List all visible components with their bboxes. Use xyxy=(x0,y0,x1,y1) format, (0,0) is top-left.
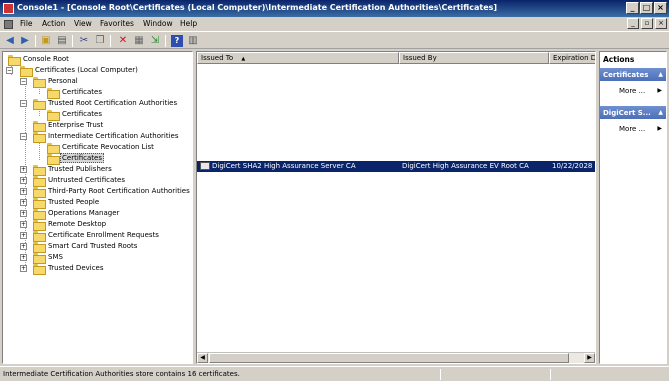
scroll-right-arrow-icon[interactable]: ▶ xyxy=(584,353,595,363)
scroll-thumb[interactable] xyxy=(209,353,569,363)
status-text: Intermediate Certification Authorities s… xyxy=(3,370,240,378)
folder-icon xyxy=(8,55,21,66)
folder-icon xyxy=(47,88,60,99)
expand-toggle[interactable]: + xyxy=(20,232,27,239)
maximize-button[interactable]: □ xyxy=(640,2,653,14)
folder-icon xyxy=(33,77,46,88)
cut-icon[interactable]: ✂ xyxy=(78,35,90,47)
folder-icon xyxy=(33,264,46,275)
show-hide-action-pane-icon[interactable]: ▥ xyxy=(187,35,199,47)
horizontal-scrollbar[interactable]: ◀ ▶ xyxy=(197,352,595,363)
certificate-snapin-icon xyxy=(20,66,33,77)
folder-icon xyxy=(33,132,46,143)
window-title: Console1 - [Console Root\Certificates (L… xyxy=(17,3,498,12)
delete-icon[interactable]: ✕ xyxy=(117,35,129,47)
cell-expiration: 10/22/2028 xyxy=(552,162,593,170)
status-bar: Intermediate Certification Authorities s… xyxy=(0,366,669,381)
actions-section-certificates[interactable]: Certificates ▲ xyxy=(600,68,666,81)
menu-favorites[interactable]: Favorites xyxy=(100,19,134,28)
close-button[interactable]: × xyxy=(654,2,667,14)
actions-title: Actions xyxy=(600,52,666,66)
expand-toggle[interactable]: + xyxy=(20,166,27,173)
actions-more-certificates[interactable]: More ... ▶ xyxy=(600,85,666,97)
help-icon[interactable]: ? xyxy=(171,35,183,47)
sort-ascending-icon: ▲ xyxy=(241,56,246,62)
actions-more-digicert[interactable]: More ... ▶ xyxy=(600,123,666,135)
collapse-caret-icon[interactable]: ▲ xyxy=(658,109,663,116)
cell-issued-to: DigiCert SHA2 High Assurance Server CA xyxy=(212,162,356,170)
column-issued-to[interactable]: Issued To ▲ xyxy=(197,52,399,64)
back-arrow-icon[interactable]: ◀ xyxy=(4,35,16,47)
expand-toggle[interactable]: + xyxy=(20,265,27,272)
copy-icon[interactable]: ❐ xyxy=(94,35,106,47)
folder-icon xyxy=(33,253,46,264)
document-system-icon[interactable] xyxy=(4,20,13,29)
forward-arrow-icon[interactable]: ▶ xyxy=(19,35,31,47)
menu-window[interactable]: Window xyxy=(143,19,173,28)
show-hide-tree-icon[interactable]: ▤ xyxy=(56,35,68,47)
expand-toggle[interactable]: + xyxy=(20,221,27,228)
export-list-icon[interactable]: ⇲ xyxy=(149,35,161,47)
properties-icon[interactable]: ▦ xyxy=(133,35,145,47)
expand-toggle[interactable]: + xyxy=(20,177,27,184)
expand-toggle[interactable]: + xyxy=(20,210,27,217)
expand-toggle[interactable]: + xyxy=(20,254,27,261)
minimize-button[interactable]: _ xyxy=(626,2,639,14)
collapse-caret-icon[interactable]: ▲ xyxy=(658,71,663,78)
submenu-arrow-icon: ▶ xyxy=(657,125,662,132)
actions-section-digicert[interactable]: DigiCert S... ▲ xyxy=(600,106,666,119)
expand-toggle[interactable]: + xyxy=(20,243,27,250)
mmc-app-icon[interactable] xyxy=(3,3,14,14)
table-row[interactable]: DigiCert SHA2 High Assurance Server CA D… xyxy=(197,161,595,172)
folder-icon xyxy=(33,99,46,110)
folder-icon xyxy=(33,165,46,176)
menu-file[interactable]: File xyxy=(20,19,33,28)
folder-icon xyxy=(47,110,60,121)
folder-icon xyxy=(33,242,46,253)
folder-icon xyxy=(47,154,60,165)
menu-bar: File Action View Favorites Window Help _… xyxy=(0,17,669,31)
column-expiration-date[interactable]: Expiration D xyxy=(549,52,595,64)
submenu-arrow-icon: ▶ xyxy=(657,87,662,94)
collapse-toggle[interactable]: − xyxy=(20,78,27,85)
folder-icon xyxy=(33,176,46,187)
column-issued-by[interactable]: Issued By xyxy=(399,52,549,64)
menu-help[interactable]: Help xyxy=(180,19,197,28)
folder-icon xyxy=(33,231,46,242)
toolbar: ◀ ▶ ▣ ▤ ✂ ❐ ✕ ▦ ⇲ ? ▥ xyxy=(0,31,669,49)
folder-icon xyxy=(33,121,46,132)
expand-toggle[interactable]: + xyxy=(20,188,27,195)
folder-icon xyxy=(47,143,60,154)
title-bar: Console1 - [Console Root\Certificates (L… xyxy=(0,0,669,17)
child-restore-button[interactable]: ▫ xyxy=(641,18,653,29)
collapse-toggle[interactable]: − xyxy=(20,100,27,107)
console-tree[interactable]: Console Root − Certificates (Local Compu… xyxy=(2,51,193,364)
folder-icon xyxy=(33,198,46,209)
scroll-left-arrow-icon[interactable]: ◀ xyxy=(197,353,208,363)
certificate-list[interactable]: Issued To ▲ Issued By Expiration D DigiC… xyxy=(196,51,596,364)
menu-action[interactable]: Action xyxy=(42,19,66,28)
actions-pane: Actions Certificates ▲ More ... ▶ DigiCe… xyxy=(599,51,667,364)
cell-issued-by: DigiCert High Assurance EV Root CA xyxy=(402,162,529,170)
menu-view[interactable]: View xyxy=(74,19,92,28)
collapse-toggle[interactable]: − xyxy=(20,133,27,140)
up-folder-icon[interactable]: ▣ xyxy=(40,35,52,47)
folder-icon xyxy=(33,209,46,220)
folder-icon xyxy=(33,187,46,198)
collapse-toggle[interactable]: − xyxy=(6,67,13,74)
expand-toggle[interactable]: + xyxy=(20,199,27,206)
child-close-button[interactable]: × xyxy=(655,18,667,29)
child-minimize-button[interactable]: _ xyxy=(627,18,639,29)
folder-icon xyxy=(33,220,46,231)
certificate-icon xyxy=(200,162,210,170)
